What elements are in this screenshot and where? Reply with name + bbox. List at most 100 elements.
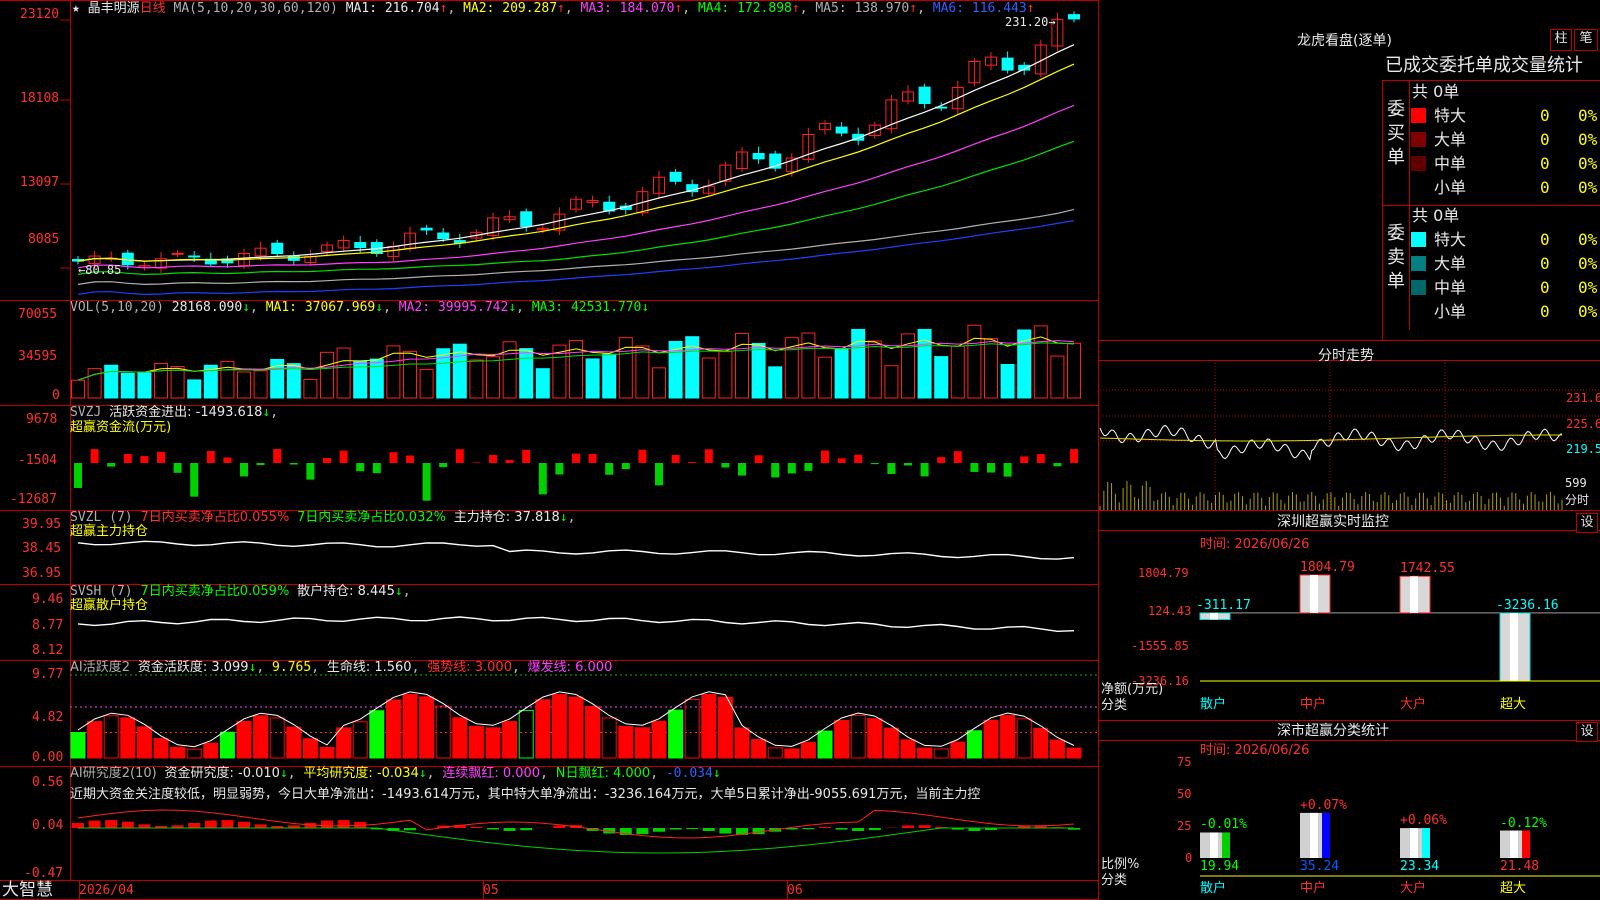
app-logo[interactable]: 大智慧: [2, 880, 53, 900]
ai-research-t2: 平均研究度: -0.034: [303, 766, 419, 781]
classify-settings-button[interactable]: 设: [1576, 722, 1598, 742]
candle-body: [1001, 57, 1014, 71]
active-bar: [302, 738, 318, 759]
flow-bar: [920, 463, 929, 477]
active-bar: [668, 709, 684, 759]
active-bar: [834, 720, 850, 759]
research-bar: [105, 820, 118, 828]
active-bar: [203, 742, 219, 759]
active-bar: [502, 721, 518, 759]
sell-m-swatch: [1411, 280, 1426, 295]
classify-bar-highlight: [1510, 830, 1518, 858]
flow-bar: [887, 463, 896, 475]
volume-bar: [120, 372, 135, 399]
ai-research-t5: -0.034: [665, 766, 713, 781]
stock-name: 晶丰明源: [87, 1, 140, 16]
ai-research-t1: 资金研究度: -0.010: [164, 766, 280, 781]
monitor-category: 超大: [1500, 697, 1527, 712]
low-price-mark: ←80.85: [78, 263, 122, 277]
svzl-subtitle: 超赢主力持仓: [70, 524, 149, 539]
research-bar: [653, 828, 665, 832]
flow-bar: [389, 452, 398, 463]
sell-row-label: 小单: [1434, 302, 1467, 321]
ai-research-axis-0: 0.56: [32, 775, 64, 790]
buy-row-count: 0: [1540, 106, 1550, 125]
classify-bar-highlight: [1410, 828, 1418, 858]
research-bar: [819, 826, 831, 828]
bar-view-button[interactable]: 柱: [1550, 29, 1572, 51]
longhu-subtitle: 已成交委托单成交量统计: [1385, 55, 1583, 76]
active-bar: [568, 696, 584, 759]
intraday-vol-label: 分时: [1565, 493, 1590, 507]
flow-bar: [306, 463, 315, 480]
vol-ma1: MA1: 37067.969: [265, 300, 376, 315]
research-bar: [686, 828, 699, 830]
favorite-star-icon[interactable]: ★: [72, 1, 80, 16]
flow-bar: [323, 457, 331, 463]
research-bar: [487, 828, 499, 830]
svsh-t1: 7日内买卖净占比0.059%: [140, 584, 290, 599]
sell-row-count: 0: [1540, 302, 1550, 321]
svsh-axis-1: 8.77: [32, 618, 64, 633]
ai-research-label: AI研究度2(10): [70, 766, 157, 781]
flow-bar: [439, 463, 448, 468]
volume-bar: [851, 328, 866, 399]
intraday-axis-2: 219.5: [1566, 442, 1600, 456]
vol-axis-2: 0: [52, 388, 60, 403]
svsh-subtitle: 超赢散户持仓: [70, 598, 149, 613]
volume-header: VOL(5,10,20) 28168.090↓, MA1: 37067.969↓…: [70, 300, 650, 315]
research-bar: [204, 820, 217, 828]
candle-body: [1068, 14, 1080, 20]
vol-axis-1: 34595: [18, 349, 58, 364]
flow-bar: [970, 463, 979, 472]
flow-bar: [372, 463, 381, 474]
monitor-title: 深圳超赢实时监控: [1277, 514, 1389, 530]
active-bar: [170, 746, 186, 759]
flow-bar: [904, 463, 912, 466]
classify-bar-accent: [1322, 812, 1330, 858]
flow-bar: [1036, 454, 1045, 463]
research-bar: [520, 828, 533, 831]
research-bar: [121, 821, 134, 828]
flow-bar: [140, 456, 149, 463]
active-bar: [618, 725, 634, 759]
volume-bar: [519, 348, 534, 399]
classify-date: 时间: 2026/06/26: [1200, 743, 1310, 758]
active-bar: [867, 718, 883, 759]
active-bar: [966, 730, 982, 759]
research-bar: [72, 823, 84, 828]
flow-bar: [505, 459, 514, 463]
flow-bar: [489, 454, 497, 463]
tick-view-button[interactable]: 笔: [1574, 29, 1598, 51]
svzj-subtitle: 超赢资金流(万元): [70, 420, 172, 435]
ai-research-axis-1: 0.04: [32, 818, 64, 833]
volume-bar: [834, 348, 849, 399]
research-bar: [553, 825, 566, 828]
sell-xl-swatch: [1411, 232, 1426, 247]
candle-body: [420, 227, 433, 231]
active-bar: [717, 696, 733, 759]
ai-active-header: AI活跃度2 资金活跃度: 3.099↓, 9.765, 生命线: 1.560,…: [70, 660, 613, 675]
market-chart-canvas[interactable]: [0, 0, 1600, 900]
ma2-value: MA2: 209.287: [463, 1, 558, 16]
buy-total: 共 0单: [1412, 82, 1460, 101]
flow-bar: [738, 463, 746, 476]
flow-bar: [90, 449, 99, 463]
candle-body: [354, 242, 367, 249]
flow-bar: [256, 463, 265, 466]
volume-bar: [751, 342, 766, 399]
period-label[interactable]: 日线: [140, 1, 166, 16]
sell-row-pct: 0%: [1578, 254, 1598, 273]
active-bar: [950, 741, 966, 759]
monitor-settings-button[interactable]: 设: [1576, 513, 1598, 533]
active-bar: [535, 699, 551, 759]
active-bar: [551, 693, 567, 759]
flow-bar: [588, 453, 597, 463]
active-bar: [734, 727, 750, 759]
svzj-value: 活跃资金进出: -1493.618: [109, 405, 263, 420]
active-bar: [983, 719, 999, 759]
buy-row-label: 小单: [1434, 178, 1467, 197]
volume-bar: [369, 358, 384, 399]
background: [0, 0, 1600, 900]
flow-bar: [190, 463, 199, 497]
